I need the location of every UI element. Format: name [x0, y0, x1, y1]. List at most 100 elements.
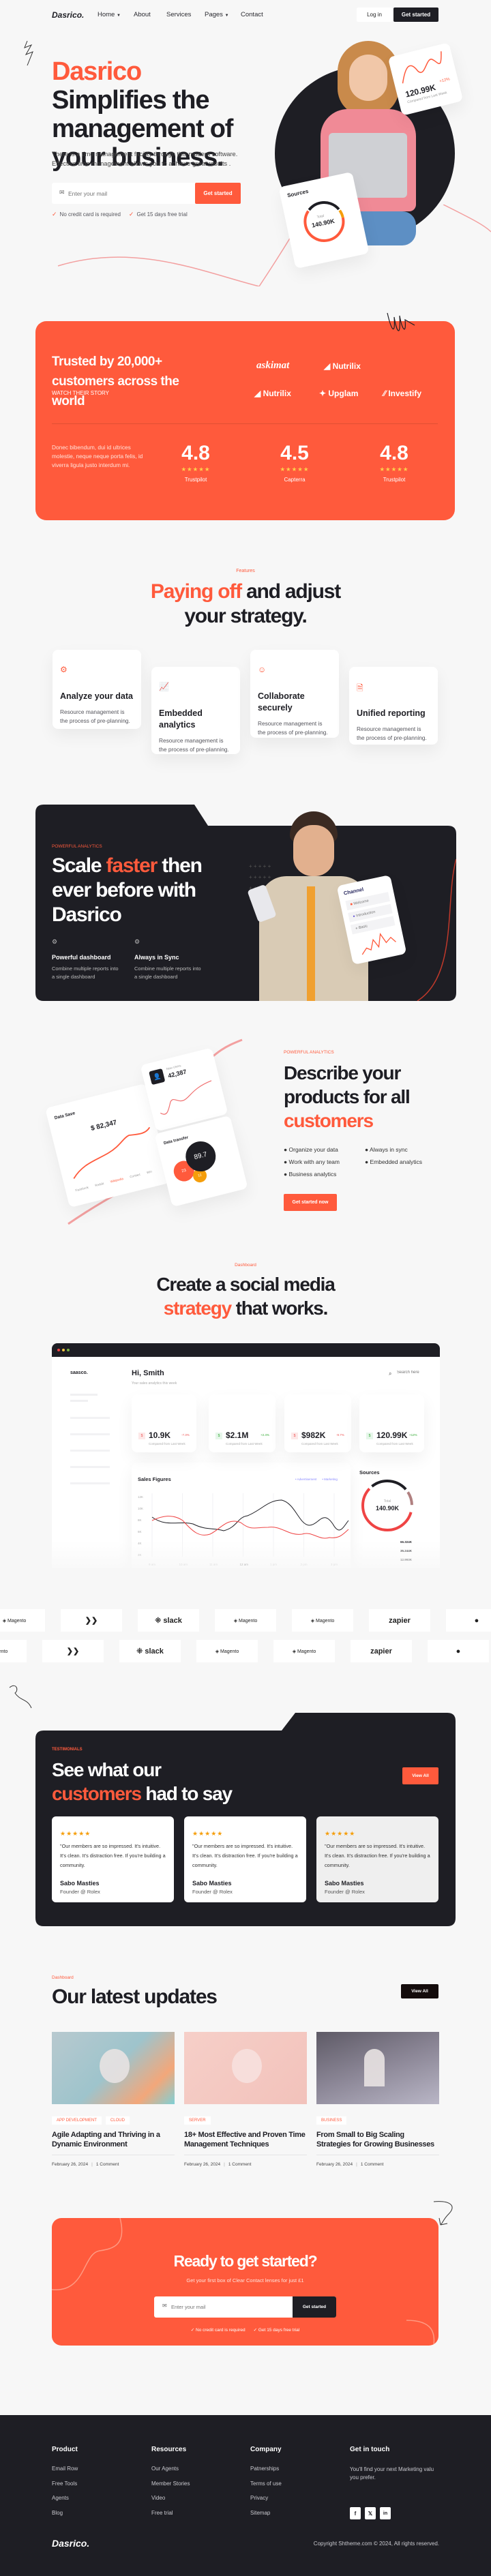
- footer-link[interactable]: Member Stories: [151, 2481, 190, 2487]
- footer-link[interactable]: Terms of use: [250, 2481, 282, 2487]
- blog-post[interactable]: APP DEVELOPMENT CLOUD Agile Adapting and T…: [52, 2032, 175, 2167]
- sidebar-placeholder: [70, 1450, 110, 1452]
- footer-link[interactable]: Agents: [52, 2495, 69, 2501]
- dashboard-search-input[interactable]: [397, 1371, 434, 1375]
- testimonial-quote: "Our members are so impressed. It's intu…: [325, 1843, 430, 1868]
- minimize-dot[interactable]: [62, 1349, 65, 1351]
- testimonial-role: Founder @ Rolex: [60, 1889, 100, 1895]
- blog-post-meta: February 26, 2024 | 1 Comment: [52, 2162, 175, 2167]
- sidebar-placeholder: [70, 1466, 110, 1468]
- feature-card-desc: Resource management is the process of pr…: [258, 720, 328, 736]
- post-comments[interactable]: 1 Comment: [228, 2162, 252, 2167]
- maximize-dot[interactable]: [67, 1349, 70, 1351]
- logo-nutrilix: ◢ Nutrilix: [324, 361, 361, 371]
- analytics-heading: Scale faster then ever before with Dasri…: [52, 854, 203, 926]
- hero-get-started-button[interactable]: Get started: [195, 183, 241, 204]
- user-icon: 👤: [149, 1068, 166, 1085]
- blog-post-meta: February 26, 2024 | 1 Comment: [316, 2162, 439, 2167]
- tag-badge[interactable]: CLOUD: [105, 2116, 130, 2125]
- footer-link[interactable]: Our Agents: [151, 2466, 179, 2472]
- tag-badge[interactable]: SERVER: [184, 2116, 211, 2125]
- footer-link[interactable]: Free trial: [151, 2510, 173, 2516]
- trusted-heading: Trusted by 20,000+ customers across the …: [52, 355, 179, 408]
- footer-link[interactable]: Video: [151, 2495, 165, 2501]
- rating-item: 4.8 ★★★★★ Trustpilot: [353, 442, 435, 483]
- trend-down-icon: $: [138, 1433, 145, 1439]
- mail-icon: ✉: [59, 189, 65, 196]
- feature-card-desc: Resource management is the process of pr…: [159, 737, 229, 753]
- get-started-now-button[interactable]: Get started now: [284, 1194, 337, 1211]
- blog-view-all-button[interactable]: View All: [401, 1984, 438, 1998]
- blog-post-title[interactable]: 18+ Most Effective and Proven Time Manag…: [184, 2130, 307, 2149]
- sources-title: Sources: [286, 188, 310, 199]
- search-icon[interactable]: ⌕: [389, 1371, 391, 1377]
- stars-icon: ★★★★★: [60, 1830, 91, 1837]
- document-icon: 🗎: [357, 683, 363, 693]
- hero-email-form: ✉ Get started: [52, 183, 241, 204]
- features-heading: Paying off and adjust your strategy.: [150, 580, 341, 627]
- github-logo-icon: ●: [474, 1616, 479, 1625]
- footer-logo[interactable]: Dasrico.: [52, 2538, 89, 2549]
- nav-home[interactable]: Home ▼: [98, 11, 121, 18]
- nav-about[interactable]: About: [134, 11, 151, 18]
- stat-card: $ $982K -9.7% Compared from Last Week: [284, 1394, 351, 1452]
- divider: [52, 423, 438, 424]
- cta-get-started-button[interactable]: Get started: [293, 2296, 336, 2318]
- check-circle-icon: ●: [365, 1146, 369, 1153]
- cta-checks: ✓ No credit card is required ✓ Get 15 da…: [52, 2327, 438, 2333]
- blog-post-image[interactable]: [316, 2032, 439, 2104]
- cta-email-input[interactable]: [171, 2301, 287, 2313]
- watch-story-link[interactable]: WATCH THEIR STORY: [52, 390, 109, 396]
- close-dot[interactable]: [57, 1349, 60, 1351]
- stat-card: $120.99K +12% Compared from Last Week: [359, 1394, 424, 1452]
- footer-link[interactable]: Privacy: [250, 2495, 268, 2501]
- nav-get-started-button[interactable]: Get started: [393, 8, 438, 22]
- facebook-icon[interactable]: f: [350, 2507, 361, 2519]
- rating-source: Capterra: [284, 477, 306, 483]
- logo-zapier: zapier: [369, 1609, 430, 1632]
- blog-post-image[interactable]: [184, 2032, 307, 2104]
- feature-always-in-sync: ⚙ Always in Sync Combine multiple report…: [134, 938, 203, 981]
- nav-services[interactable]: Services: [166, 11, 191, 18]
- Magento-logo-icon: ◈ Magento: [292, 1649, 316, 1654]
- login-button[interactable]: Log in: [357, 8, 392, 22]
- nav-pages[interactable]: Pages ▼: [205, 11, 229, 18]
- stat-change: -9.7%: [336, 1433, 344, 1437]
- 3d-object-decoration: [232, 2049, 262, 2083]
- footer-link[interactable]: Free Tools: [52, 2481, 77, 2487]
- logo-jira: ❯❯: [42, 1640, 104, 1662]
- footer-link[interactable]: Patnerships: [250, 2466, 279, 2472]
- greeting-subtitle: Your sales analytics this week: [132, 1381, 177, 1386]
- stat-value: 10.9K: [149, 1431, 171, 1440]
- sidebar-placeholder: [70, 1417, 110, 1419]
- blog-post-image[interactable]: [52, 2032, 175, 2104]
- bullet-item: ● Organize your data: [284, 1146, 338, 1153]
- feature-card: ☺ Collaborate securely Resource management…: [250, 650, 339, 738]
- footer-link[interactable]: Blog: [52, 2510, 63, 2516]
- footer-link[interactable]: Sitemap: [250, 2510, 270, 2516]
- sales-title: Sales Figures: [138, 1476, 171, 1482]
- blog-post[interactable]: SERVER 18+ Most Effective and Proven Time…: [184, 2032, 307, 2167]
- tag-badge[interactable]: BUSINESS: [316, 2116, 347, 2125]
- testimonials-view-all-button[interactable]: View All: [402, 1767, 438, 1784]
- footer-link[interactable]: Email Row: [52, 2466, 78, 2472]
- tag-badge[interactable]: APP DEVELOPMENT: [52, 2116, 102, 2125]
- post-comments[interactable]: 1 Comment: [361, 2162, 384, 2167]
- x-icon[interactable]: 𝕏: [365, 2507, 376, 2519]
- linkedin-icon[interactable]: in: [380, 2507, 391, 2519]
- logo-slack: ⁜ slack: [138, 1609, 199, 1632]
- cta-subheading: Get your first box of Clear Contact lens…: [186, 2277, 304, 2283]
- blog-post-title[interactable]: Agile Adapting and Thriving in a Dynamic…: [52, 2130, 175, 2149]
- hero-email-input[interactable]: [68, 187, 191, 200]
- post-comments[interactable]: 1 Comment: [96, 2162, 119, 2167]
- dashboard-app-window: saasco. Hi, Smith Your sales analytics t…: [52, 1343, 440, 1568]
- nav-home-label: Home: [98, 11, 115, 18]
- logo-Magento: ◈ Magento: [0, 1640, 27, 1662]
- stat-value: $2.1M: [226, 1431, 249, 1440]
- blog-post-title[interactable]: From Small to Big Scaling Strategies for…: [316, 2130, 439, 2149]
- post-date: February 26, 2024: [184, 2162, 221, 2167]
- logo[interactable]: Dasrico.: [52, 10, 84, 20]
- scribble-decoration: [387, 312, 415, 331]
- blog-post[interactable]: BUSINESS From Small to Big Scaling Strate…: [316, 2032, 439, 2167]
- nav-contact[interactable]: Contact: [241, 11, 263, 18]
